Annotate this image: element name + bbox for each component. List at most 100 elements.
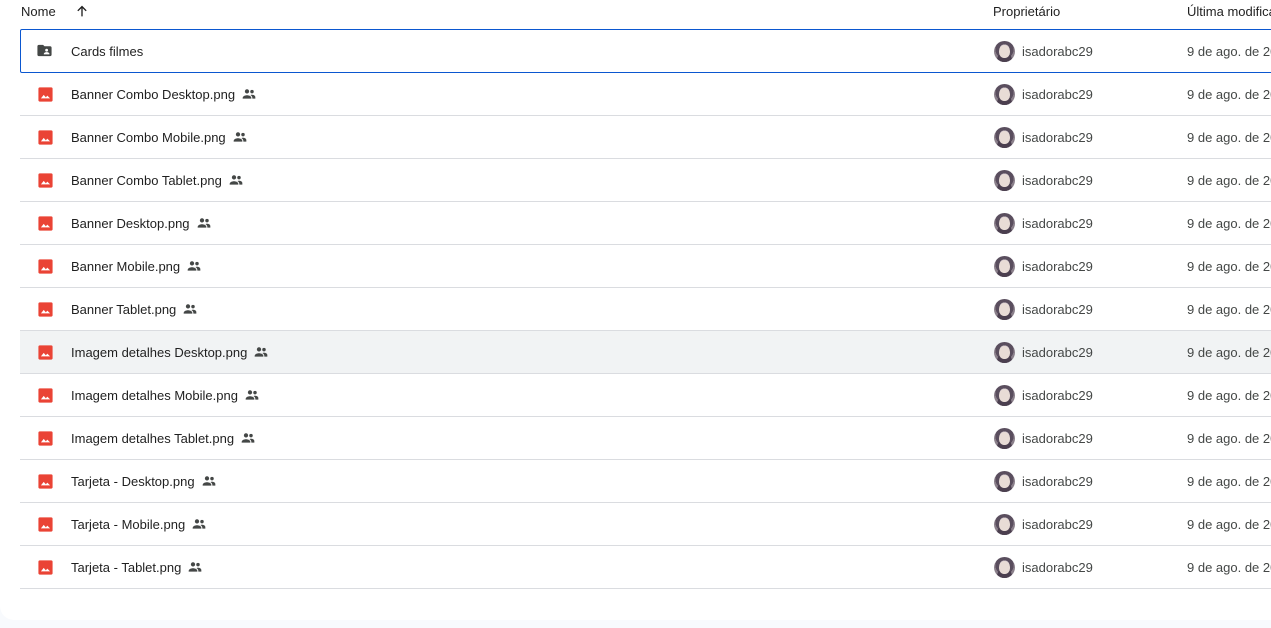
owner-name: isadorabc29 bbox=[1022, 258, 1093, 274]
shared-people-icon bbox=[241, 433, 255, 443]
file-row[interactable]: Banner Combo Mobile.png isadorabc29 9 de a… bbox=[20, 116, 1271, 159]
column-header-name[interactable]: Nome bbox=[21, 4, 56, 19]
file-row[interactable]: Tarjeta - Tablet.png isadorabc29 9 de ago.… bbox=[20, 546, 1271, 589]
file-row[interactable]: Banner Tablet.png isadorabc29 9 de ago. de… bbox=[20, 288, 1271, 331]
modified-date: 9 de ago. de 2023 bbox=[1187, 387, 1271, 403]
modified-date: 9 de ago. de 2023 bbox=[1187, 129, 1271, 145]
shared-people-icon bbox=[183, 304, 197, 314]
file-row[interactable]: Imagem detalhes Mobile.png isadorabc29 9 d… bbox=[20, 374, 1271, 417]
modified-date: 9 de ago. de 2023 bbox=[1187, 559, 1271, 575]
avatar[interactable] bbox=[994, 169, 1015, 191]
file-name-cell: Imagem detalhes Desktop.png bbox=[71, 331, 269, 373]
shared-people-icon bbox=[202, 476, 215, 486]
avatar[interactable] bbox=[994, 40, 1015, 62]
avatar[interactable] bbox=[994, 212, 1015, 234]
avatar[interactable] bbox=[994, 298, 1015, 320]
avatar[interactable] bbox=[994, 513, 1015, 535]
shared-people-icon bbox=[187, 261, 201, 271]
column-header-owner[interactable]: Proprietário bbox=[993, 4, 1060, 19]
image-file-icon bbox=[38, 173, 53, 188]
modified-date: 9 de ago. de 2023 bbox=[1187, 516, 1271, 532]
image-file-icon bbox=[38, 388, 53, 403]
avatar[interactable] bbox=[994, 255, 1015, 277]
file-list-panel: Nome Proprietário Última modificação Car… bbox=[0, 0, 1271, 620]
file-name-cell: Banner Combo Tablet.png bbox=[71, 159, 244, 201]
file-list: Cards filmes isadorabc29 9 de ago. de 2023… bbox=[20, 29, 1271, 589]
shared-people-icon bbox=[254, 347, 268, 357]
owner-cell: isadorabc29 bbox=[994, 546, 1093, 588]
shared-people-icon bbox=[233, 132, 246, 142]
avatar[interactable] bbox=[994, 427, 1015, 449]
file-row[interactable]: Banner Combo Tablet.png isadorabc29 9 de a… bbox=[20, 159, 1271, 202]
modified-date: 9 de ago. de 2023 bbox=[1187, 215, 1271, 231]
file-name-cell: Banner Combo Desktop.png bbox=[71, 73, 257, 115]
shared-people-icon bbox=[192, 519, 206, 529]
owner-name: isadorabc29 bbox=[1022, 43, 1093, 59]
image-file-icon bbox=[38, 560, 53, 575]
avatar[interactable] bbox=[994, 83, 1015, 105]
owner-name: isadorabc29 bbox=[1022, 215, 1093, 231]
file-name: Tarjeta - Tablet.png bbox=[71, 559, 182, 575]
avatar[interactable] bbox=[994, 341, 1015, 363]
image-file-icon bbox=[38, 259, 53, 274]
avatar[interactable] bbox=[994, 126, 1015, 148]
file-row[interactable]: Tarjeta - Mobile.png isadorabc29 9 de ago.… bbox=[20, 503, 1271, 546]
file-row[interactable]: Banner Desktop.png isadorabc29 9 de ago. d… bbox=[20, 202, 1271, 245]
modified-date: 9 de ago. de 2023 bbox=[1187, 430, 1271, 446]
avatar[interactable] bbox=[994, 556, 1015, 578]
file-name-cell: Banner Tablet.png bbox=[71, 288, 198, 330]
owner-cell: isadorabc29 bbox=[994, 159, 1093, 201]
file-row[interactable]: Banner Mobile.png isadorabc29 9 de ago. de… bbox=[20, 245, 1271, 288]
file-name-cell: Tarjeta - Tablet.png bbox=[71, 546, 203, 588]
owner-cell: isadorabc29 bbox=[994, 202, 1093, 244]
shared-people-icon bbox=[245, 390, 259, 400]
image-file-icon bbox=[38, 87, 53, 102]
file-name-cell: Tarjeta - Mobile.png bbox=[71, 503, 207, 545]
file-name-cell: Imagem detalhes Tablet.png bbox=[71, 417, 256, 459]
file-name: Banner Desktop.png bbox=[71, 215, 190, 231]
owner-name: isadorabc29 bbox=[1022, 344, 1093, 360]
file-name: Banner Combo Tablet.png bbox=[71, 172, 222, 188]
shared-people-icon bbox=[229, 175, 243, 185]
column-header-modified[interactable]: Última modificação bbox=[1187, 4, 1271, 19]
owner-name: isadorabc29 bbox=[1022, 172, 1093, 188]
shared-folder-icon bbox=[37, 44, 52, 57]
owner-name: isadorabc29 bbox=[1022, 473, 1093, 489]
arrow-up-icon[interactable] bbox=[74, 3, 90, 19]
owner-cell: isadorabc29 bbox=[994, 331, 1093, 373]
file-name-cell: Banner Combo Mobile.png bbox=[71, 116, 248, 158]
owner-name: isadorabc29 bbox=[1022, 387, 1093, 403]
owner-name: isadorabc29 bbox=[1022, 559, 1093, 575]
file-row[interactable]: Imagem detalhes Desktop.png isadorabc29 9 … bbox=[20, 331, 1271, 374]
owner-name: isadorabc29 bbox=[1022, 430, 1093, 446]
owner-cell: isadorabc29 bbox=[994, 417, 1093, 459]
owner-name: isadorabc29 bbox=[1022, 516, 1093, 532]
owner-cell: isadorabc29 bbox=[994, 116, 1093, 158]
folder-row[interactable]: Cards filmes isadorabc29 9 de ago. de 2023 bbox=[20, 29, 1271, 73]
avatar[interactable] bbox=[994, 470, 1015, 492]
owner-cell: isadorabc29 bbox=[994, 73, 1093, 115]
modified-date: 9 de ago. de 2023 bbox=[1187, 172, 1271, 188]
owner-cell: isadorabc29 bbox=[994, 460, 1093, 502]
file-name-cell: Cards filmes bbox=[71, 30, 143, 72]
image-file-icon bbox=[38, 431, 53, 446]
file-name-cell: Imagem detalhes Mobile.png bbox=[71, 374, 260, 416]
shared-people-icon bbox=[242, 89, 256, 99]
file-name: Banner Tablet.png bbox=[71, 301, 177, 317]
image-file-icon bbox=[38, 517, 53, 532]
file-list-header: Nome Proprietário Última modificação bbox=[0, 0, 1271, 24]
file-name: Tarjeta - Desktop.png bbox=[71, 473, 195, 489]
avatar[interactable] bbox=[994, 384, 1015, 406]
modified-date: 9 de ago. de 2023 bbox=[1187, 344, 1271, 360]
file-name-cell: Banner Mobile.png bbox=[71, 245, 202, 287]
file-row[interactable]: Imagem detalhes Tablet.png isadorabc29 9 d… bbox=[20, 417, 1271, 460]
file-row[interactable]: Tarjeta - Desktop.png isadorabc29 9 de ago… bbox=[20, 460, 1271, 503]
file-name-cell: Tarjeta - Desktop.png bbox=[71, 460, 217, 502]
file-name: Cards filmes bbox=[71, 43, 144, 59]
modified-date: 9 de ago. de 2023 bbox=[1187, 301, 1271, 317]
file-row[interactable]: Banner Combo Desktop.png isadorabc29 9 de … bbox=[20, 73, 1271, 116]
file-name: Banner Mobile.png bbox=[71, 258, 181, 274]
owner-name: isadorabc29 bbox=[1022, 301, 1093, 317]
modified-date: 9 de ago. de 2023 bbox=[1187, 473, 1271, 489]
file-name: Banner Combo Mobile.png bbox=[71, 129, 226, 145]
